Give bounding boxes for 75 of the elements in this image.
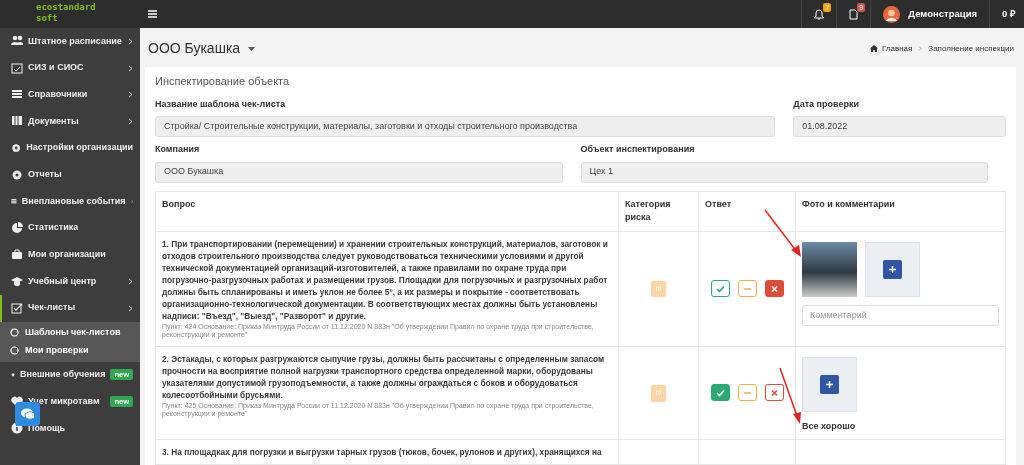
readonly-field: Цех 1	[580, 161, 988, 183]
readonly-field: ООО Букашка	[155, 161, 563, 183]
section-title: Инспектирование объекта	[155, 74, 291, 89]
readonly-field: Стройка/ Строительные конструкции, материалы, заготовки и отходы строительного производства	[155, 116, 776, 137]
bell-icon	[814, 8, 825, 20]
close-icon	[769, 388, 779, 397]
logo-text: ecostandard	[36, 2, 96, 13]
add-button[interactable]	[820, 374, 839, 394]
submenu-item[interactable]: Мои проверки	[0, 341, 140, 360]
calendar-icon	[11, 62, 23, 75]
column-header: Ответ	[698, 191, 796, 231]
sidebar-item[interactable]: Настройки организации	[0, 134, 140, 162]
check-icon	[715, 388, 725, 397]
caret-icon[interactable]	[248, 46, 256, 51]
readonly-field: 01.08.2022	[793, 116, 1006, 137]
circle-icon	[10, 346, 19, 356]
no-button[interactable]	[764, 384, 784, 402]
comment-text: Все хорошо	[802, 419, 857, 433]
question-text: 1. При транспортировании (перемещении) и хранении строительных конструкций, материалов, заготовок и отходов строительного производства следует руководствоваться техническими условиями и другой технической документацией организаций-изготовителей, а также правилами по охране труда при погрузочно-разгрузочных работах и размещении грузов. Площадки для погрузочных и разгрузочных работ должны быть спланированы и иметь уклон не более 5°, а их размеры и покрытие - соответствовать организационно-технологической документации. В соответствующих местах должны быть установлены надписи: "Въезд", "Выезд", "Разворот" и другие.	[162, 237, 609, 322]
question-text: 3. На площадках для погрузки и выгрузки тарных грузов (тюков, бочек, рулонов и других), хранящихся на	[162, 446, 603, 458]
page-title[interactable]: ООО Букашка	[148, 38, 241, 59]
chevron-icon	[918, 46, 923, 51]
field-label: Компания	[155, 143, 200, 156]
sidebar-item[interactable]: Статистика	[0, 214, 140, 242]
column-header: Категория риска	[618, 191, 699, 231]
circle-icon	[10, 328, 19, 338]
settings-icon	[11, 142, 22, 155]
sidebar-item[interactable]: Штатное расписание	[0, 28, 140, 55]
user-name[interactable]: Демонстрация	[908, 6, 978, 22]
yes-button[interactable]	[710, 280, 730, 297]
chat-icon	[21, 408, 34, 420]
list-icon	[11, 88, 23, 101]
upload-area[interactable]	[865, 241, 920, 297]
field-label: Дата проверки	[793, 97, 859, 111]
annotation-arrow	[778, 366, 804, 426]
annotation-arrow	[763, 208, 803, 258]
chat-button[interactable]	[15, 402, 40, 426]
settings-icon	[11, 168, 23, 181]
close-icon	[769, 284, 779, 293]
sidebar-item[interactable]: Отчеты	[0, 161, 140, 189]
field-label: Название шаблона чек-листа	[155, 97, 286, 111]
breadcrumb-current: Заполнение инспекции	[928, 42, 1014, 55]
document-icon	[849, 8, 859, 20]
check-icon	[715, 284, 725, 293]
sidebar-item[interactable]: Справочники	[0, 81, 140, 109]
checkbox-icon	[11, 302, 23, 315]
sidebar-item[interactable]: Мои организации	[0, 241, 140, 269]
balance-text: 0 ₽	[1002, 6, 1016, 21]
comment-field[interactable]: Комментарий	[802, 304, 999, 326]
logo-text: soft	[36, 13, 58, 24]
plus-icon	[889, 265, 896, 273]
columns-icon	[11, 115, 23, 128]
no-button[interactable]	[764, 280, 784, 297]
add-button[interactable]	[883, 259, 902, 279]
pie-chart-icon	[11, 222, 23, 235]
sidebar-item[interactable]: Внеплановые события	[0, 188, 140, 215]
question-text: 2. Эстакады, с которых разгружаются сыпучие грузы, должны быть рассчитаны с определенным запасом прочности на восприятие полной нагрузки транспортного средства определенной марки, оборудованы указателями допустимой грузоподъемности, а также должны ограждаться с боков и оборудоваться колесоотбойными брусьями.	[162, 352, 606, 401]
field-label: Объект инспектирования	[580, 143, 695, 156]
column-header: Вопрос	[155, 191, 619, 231]
menu-icon	[148, 10, 157, 18]
graduation-cap-icon	[11, 275, 23, 288]
sidebar-item[interactable]: СИЗ и СИОС	[0, 54, 140, 82]
column-header: Фото и комментарии	[795, 191, 1006, 231]
home-icon	[869, 45, 878, 52]
photo-placeholder[interactable]	[802, 241, 857, 297]
avatar-icon	[883, 5, 901, 23]
breadcrumb-link[interactable]: Главная	[869, 42, 913, 55]
sidebar-item[interactable]: Учебный центр	[0, 268, 140, 295]
yes-button[interactable]	[710, 384, 730, 402]
briefcase-icon	[11, 248, 23, 261]
plus-icon	[826, 380, 833, 388]
upload-area[interactable]	[802, 356, 857, 412]
sidebar-item[interactable]: Документы	[0, 108, 140, 135]
users-icon	[11, 35, 23, 48]
submenu-item[interactable]: Шаблоны чек-листов	[0, 323, 140, 342]
